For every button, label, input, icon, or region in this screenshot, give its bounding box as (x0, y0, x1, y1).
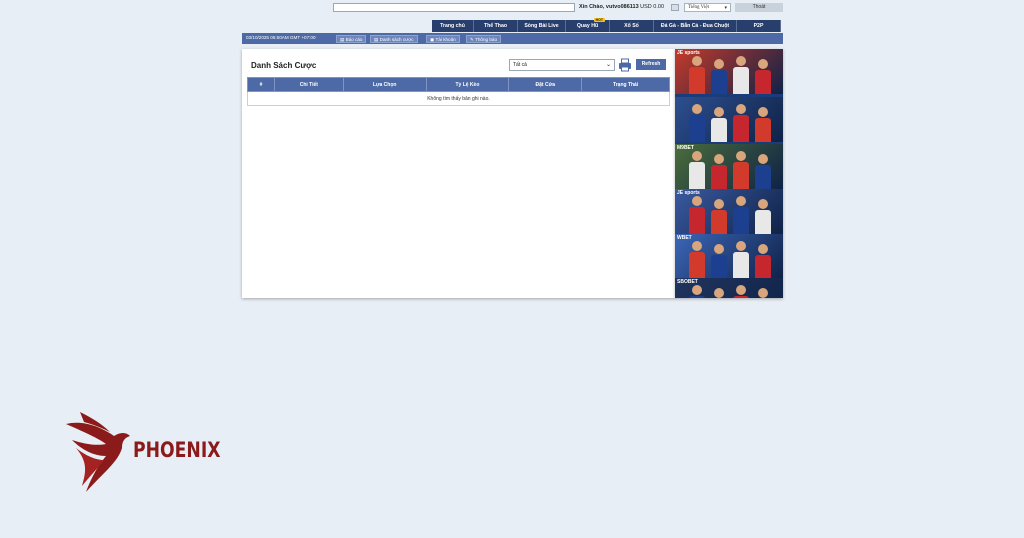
main-nav: Trang chủ Thể Thao Sòng Bài Live Quay Hũ HOT… (432, 18, 781, 32)
refresh-button[interactable]: Refresh (636, 59, 666, 70)
nav-item-label: Xổ Số (624, 23, 639, 29)
nav-item-label: Sòng Bài Live (524, 23, 559, 29)
language-value: Tiếng Việt (688, 5, 709, 10)
top-bar: Xin Chào, vutvo086113 USD 0.00 Tiếng Việ… (333, 3, 783, 12)
column-header: Chi Tiết (273, 77, 344, 92)
promo-banner[interactable]: WBET (675, 234, 783, 279)
promo-banners: JE sports M9BET JE sports WBET SBOBET (675, 49, 783, 298)
subnav-button-label: Danh sách cược (379, 37, 414, 42)
nav-item[interactable]: Sòng Bài Live (518, 20, 566, 32)
nav-item[interactable]: Thể Thao (474, 20, 518, 32)
nav-item[interactable]: Trang chủ (432, 20, 474, 32)
bet-list-panel: Danh Sách Cược Tất cả ⌄ Refresh # Chi Tiế… (242, 49, 675, 298)
filter-value: Tất cả (513, 62, 527, 68)
banner-brand-label: JE sports (677, 190, 700, 196)
nav-item-label: P2P (753, 23, 764, 29)
bet-table: # Chi Tiết Lựa Chọn Tỷ Lệ Kèo Đặt Cửa Trạng T… (247, 77, 670, 106)
empty-message: Không tìm thấy bản ghi nào. (247, 91, 670, 106)
nav-item[interactable]: Xổ Số (610, 20, 654, 32)
column-header: # (247, 77, 275, 92)
sub-nav: 03/10/2025 05:50AM GMT +07:00 ▤ Báo cáo ▤… (242, 33, 783, 44)
print-icon[interactable] (618, 58, 632, 72)
subnav-button[interactable]: ✎ Thông báo (466, 35, 502, 43)
banner-brand-label: WBET (677, 235, 692, 241)
nav-item[interactable]: Đá Gà - Bắn Cá - Đua Chuột (654, 20, 737, 32)
status-filter-select[interactable]: Tất cả ⌄ (509, 59, 615, 71)
logo-text: PHOENIX (133, 438, 221, 462)
banner-brand-label: M9BET (677, 145, 694, 151)
column-header: Lựa Chọn (342, 77, 427, 92)
nav-item-label: Quay Hũ (576, 23, 599, 29)
promo-banner[interactable]: JE sports (675, 189, 783, 234)
subnav-button[interactable]: ▤ Danh sách cược (370, 35, 418, 43)
subnav-button-label: Thông báo (475, 37, 498, 42)
subnav-button[interactable]: ▣ Tài khoản (426, 35, 460, 43)
chevron-down-icon: ⌄ (605, 62, 611, 68)
column-header: Trạng Thái (581, 77, 670, 92)
players-image (689, 104, 771, 142)
subnav-button[interactable]: ▤ Báo cáo (336, 35, 367, 43)
greeting: Xin Chào, vutvo086113 USD 0.00 (579, 4, 664, 10)
page-title: Danh Sách Cược (251, 61, 317, 70)
promo-banner[interactable]: SBOBET (675, 278, 783, 298)
promo-banner[interactable]: M9BET (675, 144, 783, 189)
subnav-button-label: Tài khoản (435, 37, 456, 42)
table-row: Không tìm thấy bản ghi nào. (247, 91, 670, 106)
promo-banner[interactable]: JE sports (675, 49, 783, 94)
nav-item[interactable]: P2P (737, 20, 781, 32)
column-header: Tỷ Lệ Kèo (425, 77, 510, 92)
phoenix-bird-icon (66, 412, 130, 492)
chevron-down-icon: ▾ (724, 6, 727, 11)
nav-item-label: Đá Gà - Bắn Cá - Đua Chuột (660, 23, 730, 29)
nav-item[interactable]: Quay Hũ HOT (566, 18, 610, 32)
refresh-balance-button[interactable] (671, 4, 679, 11)
logout-button[interactable]: Thoát (735, 3, 783, 12)
nav-item-label: Trang chủ (440, 23, 465, 29)
subnav-button-label: Báo cáo (345, 37, 363, 42)
banner-brand-label: SBOBET (677, 279, 698, 285)
server-time: 03/10/2025 05:50AM GMT +07:00 (246, 35, 316, 40)
banner-brand-label: JE sports (677, 50, 700, 56)
language-select[interactable]: Tiếng Việt ▾ (684, 3, 731, 12)
search-input[interactable] (333, 3, 575, 12)
username: vutvo086113 (605, 4, 639, 10)
column-header: Đặt Cửa (508, 77, 583, 92)
phoenix-logo: PHOENIX (62, 410, 222, 495)
balance: USD 0.00 (640, 4, 665, 10)
greeting-label: Xin Chào, (579, 4, 605, 10)
nav-item-label: Thể Thao (483, 23, 508, 29)
hot-badge: HOT (593, 18, 605, 22)
promo-banner[interactable] (675, 97, 783, 142)
table-header-row: # Chi Tiết Lựa Chọn Tỷ Lệ Kèo Đặt Cửa Trạng T… (247, 77, 670, 92)
